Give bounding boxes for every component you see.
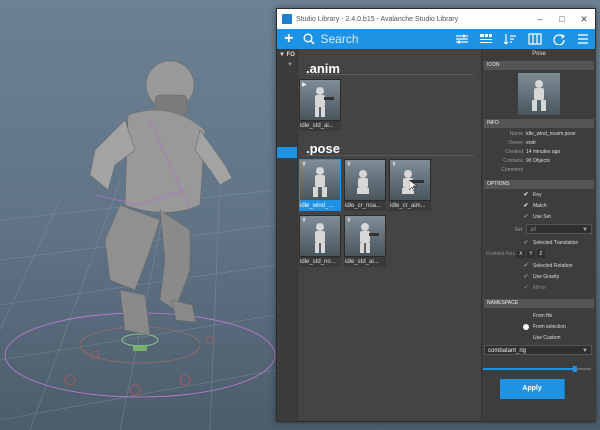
search-input[interactable] xyxy=(320,32,441,46)
selected-folder[interactable] xyxy=(277,147,297,158)
filter-settings-icon[interactable] xyxy=(450,29,473,49)
toolbar: + xyxy=(277,29,595,49)
library-grid: .anim ▶ idle_std_ai... .pose ☤ idle_wind… xyxy=(298,49,480,421)
selected-rotation-checkbox[interactable]: ✔ Selected Rotation xyxy=(523,262,572,270)
item-thumbnail: ☤ xyxy=(344,159,386,201)
pose-item[interactable]: ☤ idle_wind_... xyxy=(299,159,341,211)
check-icon: ✔ xyxy=(523,263,529,269)
check-icon: ✔ xyxy=(523,214,529,220)
radio-on-icon xyxy=(523,324,529,330)
check-icon: ✔ xyxy=(523,192,529,198)
chevron-down-icon: ▼ xyxy=(582,227,588,233)
group-divider xyxy=(306,74,474,75)
title-bar[interactable]: Studio Library - 2.4.0.b15 - Avalanche S… xyxy=(277,9,595,29)
namespace-dropdown[interactable]: combatant_rig ▼ xyxy=(484,345,592,355)
folder-panel[interactable]: ▼ FO ▼ xyxy=(277,49,298,421)
check-icon: ✔ xyxy=(523,240,529,246)
window-title: Studio Library - 2.4.0.b15 - Avalanche S… xyxy=(296,15,459,23)
search-icon xyxy=(303,33,316,45)
panels-icon[interactable] xyxy=(523,29,546,49)
pose-item[interactable]: ☤ idle_std_no... xyxy=(299,215,341,267)
info-owner: Owner endr xyxy=(508,140,537,146)
search-box[interactable] xyxy=(303,32,449,46)
radio-off-icon xyxy=(523,313,529,319)
item-label: idle_cr_aim... xyxy=(389,201,431,211)
info-contains: Contains 90 Objects xyxy=(503,158,550,164)
set-dropdown[interactable]: all ▼ xyxy=(526,224,592,234)
item-label: idle_wind_... xyxy=(299,201,341,211)
use-gravity-checkbox[interactable]: ✔ Use Gravity xyxy=(523,273,559,281)
item-thumbnail: ☤ xyxy=(299,159,341,201)
item-thumbnail: ☤ xyxy=(299,215,341,257)
section-options-header[interactable]: OPTIONS xyxy=(484,180,594,189)
axis-x-button[interactable]: X xyxy=(516,250,525,258)
item-thumbnail: ☤ xyxy=(344,215,386,257)
set-label: Set xyxy=(514,227,522,233)
add-icon[interactable]: + xyxy=(280,29,297,49)
preview-thumbnail[interactable] xyxy=(518,73,560,115)
info-name: Name idle_wind_noaim.pose xyxy=(509,131,576,137)
section-info-header[interactable]: INFO xyxy=(484,119,594,128)
check-icon: ✔ xyxy=(523,274,529,280)
pose-item[interactable]: ☤ idle_std_ai... xyxy=(344,215,386,267)
size-slider[interactable] xyxy=(481,365,595,373)
app-icon xyxy=(282,14,292,24)
menu-icon[interactable] xyxy=(572,29,595,49)
key-checkbox[interactable]: ✔ Key xyxy=(523,191,541,199)
item-label: idle_std_ai... xyxy=(299,121,341,131)
info-comment: Comment xyxy=(501,167,523,173)
apply-divider xyxy=(564,379,565,399)
match-checkbox[interactable]: ✔ Match xyxy=(523,202,546,210)
enabled-axis-row: Enabled Axis X Y Z xyxy=(486,250,545,258)
group-header-pose: .pose xyxy=(306,141,340,156)
sort-icon[interactable] xyxy=(499,29,522,49)
anim-item[interactable]: ▶ idle_std_ai... xyxy=(299,79,341,131)
check-icon: ✔ xyxy=(523,203,529,209)
axis-y-button[interactable]: Y xyxy=(526,250,535,258)
close-icon[interactable]: ✕ xyxy=(573,14,595,25)
sync-icon[interactable] xyxy=(547,29,570,49)
from-file-radio[interactable]: From file xyxy=(523,313,552,319)
folder-header[interactable]: ▼ FO xyxy=(277,49,297,58)
item-label: idle_cr_noa... xyxy=(344,201,386,211)
section-namespace-header[interactable]: NAMESPACE xyxy=(484,299,594,308)
item-view-icon[interactable] xyxy=(474,29,497,49)
mouse-cursor-icon xyxy=(409,180,418,192)
use-custom-checkbox[interactable]: Use Custom xyxy=(523,335,561,341)
from-selection-radio[interactable]: From selection xyxy=(523,324,566,330)
chevron-down-icon: ▼ xyxy=(582,348,588,354)
maximize-icon[interactable]: □ xyxy=(551,14,573,24)
item-label: idle_std_no... xyxy=(299,257,341,267)
item-label: idle_std_ai... xyxy=(344,257,386,267)
minimize-icon[interactable]: – xyxy=(529,14,551,24)
use-set-checkbox[interactable]: ✔ Use Set xyxy=(523,213,550,221)
check-icon: ✔ xyxy=(523,285,529,291)
item-thumbnail: ▶ xyxy=(299,79,341,121)
slider-handle[interactable] xyxy=(572,366,577,372)
axis-z-button[interactable]: Z xyxy=(536,250,545,258)
info-created: Created 14 minutes ago xyxy=(505,149,561,155)
panel-title: Pose xyxy=(532,51,546,57)
section-icon-header[interactable]: ICON xyxy=(484,61,594,70)
mirror-checkbox[interactable]: ✔ Mirror xyxy=(523,284,546,292)
folder-expand-icon[interactable]: ▼ xyxy=(277,58,297,68)
selected-translation-checkbox[interactable]: ✔ Selected Translation xyxy=(523,239,578,247)
group-divider xyxy=(306,155,474,156)
studio-library-window: Studio Library - 2.4.0.b15 - Avalanche S… xyxy=(276,8,596,422)
pose-item[interactable]: ☤ idle_cr_noa... xyxy=(344,159,386,211)
apply-button[interactable]: Apply xyxy=(500,379,564,399)
